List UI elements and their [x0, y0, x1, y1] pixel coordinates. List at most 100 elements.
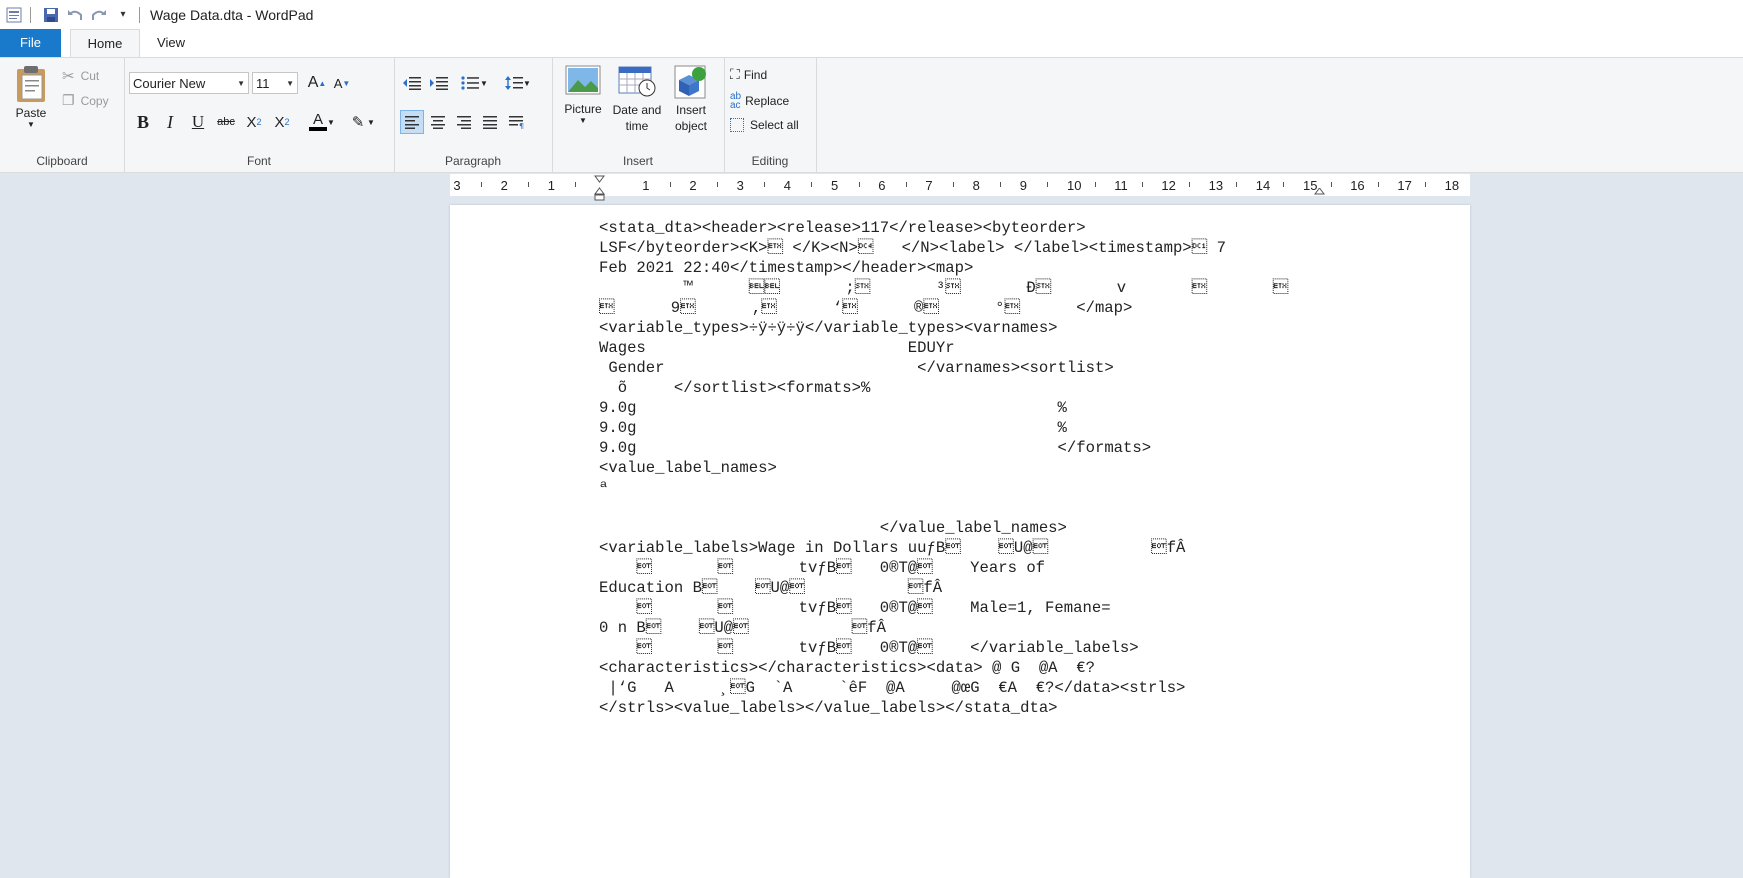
- justify-icon[interactable]: [478, 110, 502, 134]
- insert-group: Picture ▼ Date and time Insert object In…: [552, 58, 725, 172]
- redo-icon[interactable]: [89, 5, 109, 25]
- replace-label: Replace: [745, 94, 790, 108]
- ruler-tick-mark: [764, 182, 766, 187]
- save-icon[interactable]: [41, 5, 61, 25]
- copy-icon: ❐: [62, 92, 75, 108]
- ruler-tick-mark: [1236, 182, 1238, 187]
- ruler-tick-mark: [1377, 182, 1379, 187]
- ruler-tick-mark: [1189, 182, 1190, 187]
- binoculars-icon: ⛶: [730, 66, 740, 82]
- divider: [30, 6, 31, 23]
- strikethrough-icon[interactable]: abc: [214, 110, 238, 134]
- align-center-icon[interactable]: [426, 110, 450, 134]
- svg-text:¶: ¶: [519, 122, 524, 129]
- chevron-down-icon[interactable]: ▼: [478, 71, 490, 95]
- find-button[interactable]: ⛶ Find: [730, 66, 767, 83]
- picture-button[interactable]: Picture ▼: [558, 64, 608, 125]
- tab-home[interactable]: Home: [70, 29, 140, 58]
- ruler-tick-mark: [481, 182, 482, 187]
- calendar-clock-icon: [617, 64, 657, 98]
- ruler-tick-label: 16: [1350, 178, 1365, 193]
- font-group: Courier New ▼ 11 ▼ A ▲ A ▼ B I U abc X2 X2…: [124, 58, 395, 172]
- ruler-tick-label: 2: [500, 178, 508, 193]
- ruler-tick-mark: [1425, 182, 1426, 187]
- ruler-tick-mark: [575, 182, 577, 187]
- ruler-tick-mark: [1330, 182, 1332, 187]
- window-title: Wage Data.dta - WordPad: [150, 6, 314, 23]
- paste-label: Paste: [15, 106, 47, 120]
- ruler-tick-label: 12: [1161, 178, 1176, 193]
- chevron-down-icon[interactable]: ▼: [365, 110, 377, 134]
- chevron-down-icon[interactable]: ▼: [325, 110, 337, 134]
- superscript-icon[interactable]: X2: [270, 110, 294, 134]
- select-all-icon: [730, 118, 744, 132]
- date-time-button[interactable]: Date and time: [610, 64, 664, 134]
- ruler-tick-label: 3: [453, 178, 461, 193]
- font-family-select[interactable]: Courier New ▼: [129, 72, 249, 94]
- font-family-value: Courier New: [133, 76, 206, 91]
- ruler-tick-label: 13: [1208, 178, 1224, 193]
- replace-icon: ab ac: [730, 91, 742, 111]
- cut-button[interactable]: ✂ Cut: [62, 67, 99, 85]
- ruler-tick-mark: [1047, 182, 1049, 187]
- picture-label: Picture: [564, 102, 602, 116]
- tab-view[interactable]: View: [148, 29, 194, 57]
- paste-button[interactable]: Paste ▼: [8, 64, 54, 129]
- divider: [139, 6, 140, 23]
- ruler-tick-label: 5: [831, 178, 839, 193]
- ruler-tick-label: 7: [925, 178, 933, 193]
- tab-file[interactable]: File: [0, 29, 61, 57]
- copy-button[interactable]: ❐ Copy: [62, 92, 109, 109]
- ruler-tick-label: 8: [972, 178, 980, 193]
- ruler-tick-mark: [905, 182, 907, 187]
- ruler-tick-mark: [811, 182, 813, 187]
- insert-object-icon: [673, 64, 709, 100]
- ribbon: Paste ▼ ✂ Cut ❐ Copy Clipboard Courier N…: [0, 57, 1743, 173]
- bold-icon[interactable]: B: [131, 110, 155, 134]
- ribbon-tabs: File Home View: [0, 29, 1743, 58]
- grow-font-icon[interactable]: A ▲: [305, 71, 329, 95]
- shrink-font-icon[interactable]: A ▼: [330, 71, 354, 95]
- select-all-button[interactable]: Select all: [730, 118, 799, 132]
- title-bar: ▾ Wage Data.dta - WordPad: [0, 0, 1743, 29]
- ruler-tick-label: 3: [736, 178, 744, 193]
- ruler-tick-label: 17: [1397, 178, 1412, 193]
- chevron-down-icon: ▼: [286, 79, 294, 88]
- font-size-select[interactable]: 11 ▼: [252, 72, 298, 94]
- subscript-icon[interactable]: X2: [242, 110, 266, 134]
- date-time-label: Date and time: [612, 103, 662, 133]
- cut-label: Cut: [80, 69, 100, 83]
- font-group-label: Font: [246, 154, 271, 168]
- increase-indent-icon[interactable]: [427, 71, 451, 95]
- ruler-tick-label: 6: [878, 178, 886, 193]
- insert-object-button[interactable]: Insert object: [666, 64, 716, 134]
- paste-dropdown-icon: ▼: [27, 120, 35, 129]
- align-right-icon[interactable]: [452, 110, 476, 134]
- paragraph-settings-icon[interactable]: ¶: [504, 110, 528, 134]
- underline-icon[interactable]: U: [186, 110, 210, 134]
- ruler-tick-mark: [1283, 182, 1285, 187]
- clipboard-group: Paste ▼ ✂ Cut ❐ Copy Clipboard: [0, 58, 125, 172]
- picture-icon: [565, 64, 601, 98]
- ruler-tick-label: 11: [1114, 178, 1128, 193]
- chevron-down-icon: ▼: [237, 79, 245, 88]
- document-text[interactable]: <stata_dta><header><release>117</release…: [599, 218, 1288, 718]
- align-left-icon[interactable]: [400, 110, 424, 134]
- chevron-down-icon[interactable]: ▼: [521, 71, 533, 95]
- picture-dropdown-icon: ▼: [579, 116, 587, 125]
- ruler-tick-mark: [858, 182, 860, 187]
- replace-button[interactable]: ab ac Replace: [730, 91, 790, 111]
- italic-icon[interactable]: I: [158, 110, 182, 134]
- font-size-value: 11: [256, 76, 270, 91]
- indent-marker-icon[interactable]: [594, 174, 605, 204]
- copy-label: Copy: [80, 93, 109, 108]
- ruler-tick-mark: [953, 182, 954, 187]
- ruler-tick-mark: [717, 182, 718, 187]
- ruler-tick-label: 10: [1067, 178, 1082, 193]
- customize-qat-icon[interactable]: ▾: [113, 5, 133, 25]
- decrease-indent-icon[interactable]: [400, 71, 424, 95]
- ruler-tick-mark: [1141, 182, 1143, 187]
- undo-icon[interactable]: [65, 5, 85, 25]
- quick-access-toolbar: ▾: [0, 0, 146, 29]
- right-indent-marker-icon[interactable]: [1314, 186, 1325, 196]
